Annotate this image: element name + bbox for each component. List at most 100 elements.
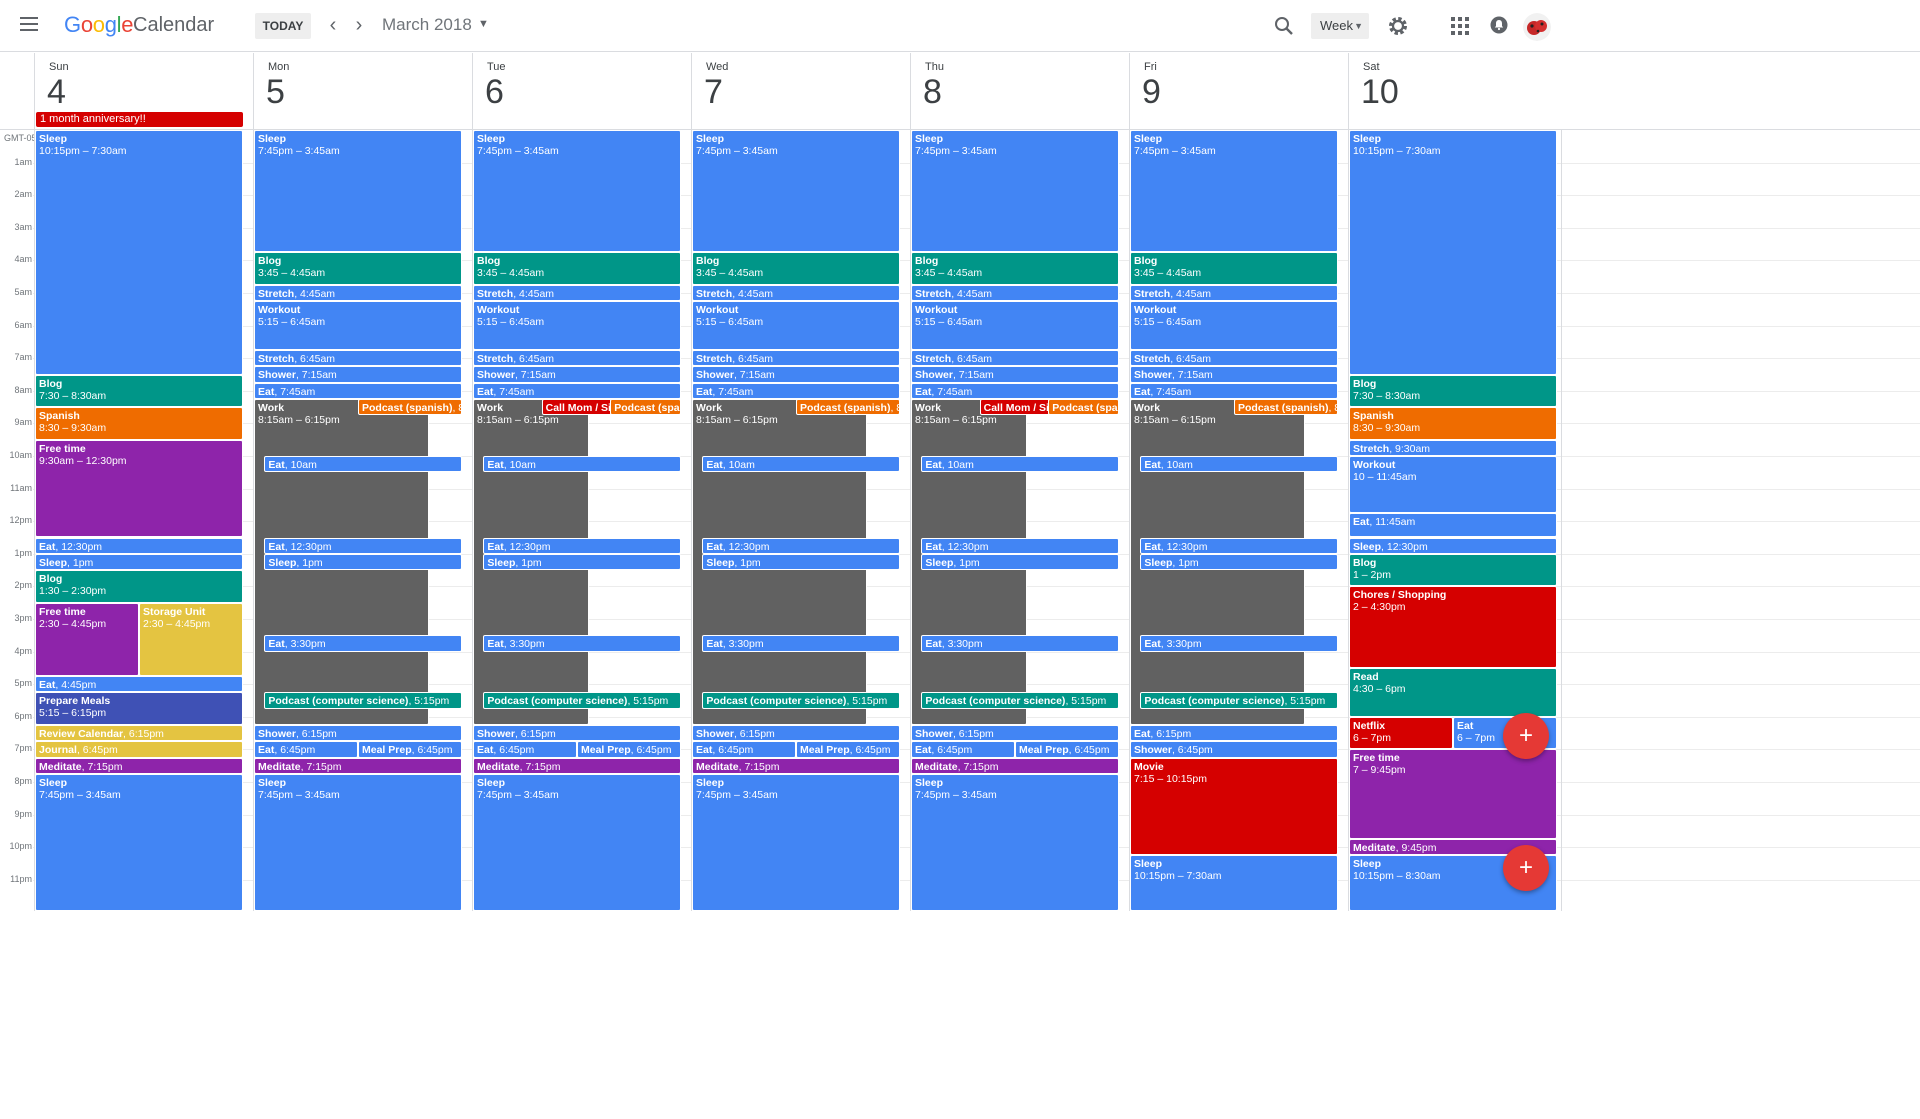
calendar-event[interactable]: Stretch, 4:45am <box>254 284 462 302</box>
calendar-event[interactable]: Blog 3:45 – 4:45am <box>473 252 681 285</box>
calendar-event[interactable]: Sleep 7:45pm – 3:45am <box>473 773 681 911</box>
calendar-event[interactable]: Eat, 12:30pm <box>921 537 1119 554</box>
calendar-event[interactable]: Stretch, 6:45am <box>911 350 1119 367</box>
calendar-event[interactable]: Meditate, 7:15pm <box>473 757 681 774</box>
calendar-event[interactable]: Meal Prep, 6:45pm <box>358 741 462 758</box>
calendar-event[interactable]: Shower, 6:45pm <box>1130 741 1338 758</box>
day-number[interactable]: 10 <box>1361 73 1399 112</box>
calendar-event[interactable]: Stretch, 4:45am <box>911 284 1119 302</box>
calendar-event[interactable]: Blog 1:30 – 2:30pm <box>35 570 243 603</box>
calendar-event[interactable]: Stretch, 4:45am <box>692 284 900 302</box>
calendar-event[interactable]: Eat, 7:45am <box>692 382 900 399</box>
main-menu-icon[interactable] <box>20 17 38 31</box>
day-number[interactable]: 8 <box>923 73 942 112</box>
calendar-event[interactable]: Eat, 10am <box>264 456 462 473</box>
calendar-event[interactable]: Sleep 7:45pm – 3:45am <box>254 130 462 253</box>
view-selector[interactable]: Week ▼ <box>1311 13 1369 39</box>
calendar-event[interactable]: Eat, 7:45am <box>1130 382 1338 399</box>
day-number[interactable]: 5 <box>266 73 285 112</box>
calendar-event[interactable]: Shower, 6:15pm <box>254 724 462 742</box>
calendar-event[interactable]: Stretch, 6:45am <box>473 350 681 367</box>
day-number[interactable]: 9 <box>1142 73 1161 112</box>
calendar-event[interactable]: Eat, 10am <box>1140 456 1338 473</box>
calendar-event[interactable]: Blog 7:30 – 8:30am <box>1349 374 1557 408</box>
calendar-event[interactable]: Sleep 7:45pm – 3:45am <box>692 773 900 911</box>
calendar-event[interactable]: Eat, 6:15pm <box>1130 724 1338 742</box>
calendar-event[interactable]: Stretch, 4:45am <box>473 284 681 302</box>
calendar-event[interactable]: Eat, 7:45am <box>911 382 1119 399</box>
day-number[interactable]: 6 <box>485 73 504 112</box>
calendar-event[interactable]: Shower, 6:15pm <box>473 724 681 742</box>
calendar-event[interactable]: Shower, 7:15am <box>911 366 1119 383</box>
calendar-event[interactable]: Movie 7:15 – 10:15pm <box>1130 757 1338 856</box>
calendar-event[interactable]: Sleep, 1pm <box>483 553 681 571</box>
calendar-event[interactable]: Stretch, 6:45am <box>254 350 462 367</box>
calendar-event[interactable]: Free time 9:30am – 12:30pm <box>35 439 243 538</box>
calendar-event[interactable]: Spanish 8:30 – 9:30am <box>35 407 243 440</box>
calendar-event[interactable]: Podcast (computer science), 5:15pm <box>483 692 681 709</box>
today-button[interactable]: TODAY <box>255 13 311 39</box>
calendar-event[interactable]: Eat, 10am <box>921 456 1119 473</box>
calendar-event[interactable]: Meal Prep, 6:45pm <box>1015 741 1119 758</box>
calendar-event[interactable]: Eat, 3:30pm <box>483 635 681 652</box>
current-month-label[interactable]: March 2018 <box>382 15 472 35</box>
calendar-event[interactable]: Eat, 3:30pm <box>264 635 462 652</box>
calendar-event[interactable]: Sleep 7:45pm – 3:45am <box>473 130 681 253</box>
calendar-event[interactable]: Sleep, 12:30pm <box>1349 537 1557 554</box>
calendar-event[interactable]: Read 4:30 – 6pm <box>1349 667 1557 717</box>
google-logo[interactable]: Google <box>64 12 133 38</box>
calendar-event[interactable]: Shower, 7:15am <box>692 366 900 383</box>
calendar-event[interactable]: Workout 5:15 – 6:45am <box>1130 301 1338 351</box>
day-number[interactable]: 7 <box>704 73 723 112</box>
calendar-event[interactable]: Sleep, 1pm <box>702 553 900 571</box>
calendar-event[interactable]: Workout 5:15 – 6:45am <box>911 301 1119 351</box>
calendar-event[interactable]: Eat, 10am <box>483 456 681 473</box>
calendar-event[interactable]: Eat, 12:30pm <box>1140 537 1338 554</box>
calendar-event[interactable]: Call Mom / Sister <box>541 398 613 416</box>
calendar-event[interactable]: Sleep 7:45pm – 3:45am <box>1130 130 1338 253</box>
calendar-event[interactable]: Podcast (computer science), 5:15pm <box>1140 692 1338 709</box>
calendar-event[interactable]: Netflix 6 – 7pm <box>1349 716 1453 750</box>
calendar-event[interactable]: Eat, 6:45pm <box>911 741 1015 758</box>
calendar-event[interactable]: Sleep 7:45pm – 3:45am <box>911 130 1119 253</box>
calendar-event[interactable]: Prepare Meals 5:15 – 6:15pm <box>35 692 243 725</box>
calendar-event[interactable]: Shower, 6:15pm <box>692 724 900 742</box>
calendar-event[interactable]: Blog 3:45 – 4:45am <box>254 252 462 285</box>
calendar-event[interactable]: Meal Prep, 6:45pm <box>577 741 681 758</box>
calendar-event[interactable]: Podcast (computer science), 5:15pm <box>702 692 900 709</box>
notifications-icon[interactable] <box>1489 15 1509 35</box>
all-day-event[interactable]: 1 month anniversary!! <box>36 112 243 127</box>
calendar-event[interactable]: Shower, 7:15am <box>1130 366 1338 383</box>
day-header-fri[interactable]: Fri 9 <box>1129 53 1348 129</box>
day-number[interactable]: 4 <box>47 73 66 112</box>
calendar-event[interactable]: Eat, 3:30pm <box>921 635 1119 652</box>
calendar-event[interactable]: Journal, 6:45pm <box>35 741 243 758</box>
calendar-event[interactable]: Podcast (spanish), 8:15am <box>1048 398 1119 416</box>
calendar-event[interactable]: Workout 5:15 – 6:45am <box>254 301 462 351</box>
calendar-event[interactable]: Podcast (spanish), 8:15am <box>796 398 900 416</box>
calendar-event[interactable]: Eat, 6:45pm <box>254 741 358 758</box>
user-avatar[interactable] <box>1523 13 1551 41</box>
calendar-event[interactable]: Sleep, 1pm <box>1140 553 1338 571</box>
calendar-event[interactable]: Sleep, 1pm <box>264 553 462 571</box>
calendar-event[interactable]: Workout 5:15 – 6:45am <box>473 301 681 351</box>
calendar-event[interactable]: Eat, 3:30pm <box>702 635 900 652</box>
day-header-wed[interactable]: Wed 7 <box>691 53 910 129</box>
calendar-event[interactable]: Eat, 3:30pm <box>1140 635 1338 652</box>
day-header-mon[interactable]: Mon 5 <box>253 53 472 129</box>
calendar-event[interactable]: Eat, 12:30pm <box>483 537 681 554</box>
calendar-event[interactable]: Chores / Shopping 2 – 4:30pm <box>1349 586 1557 668</box>
calendar-event[interactable]: Blog 7:30 – 8:30am <box>35 374 243 408</box>
calendar-event[interactable]: Blog 3:45 – 4:45am <box>1130 252 1338 285</box>
calendar-event[interactable]: Eat, 7:45am <box>254 382 462 399</box>
calendar-event[interactable]: Workout 10 – 11:45am <box>1349 456 1557 514</box>
calendar-event[interactable]: Meditate, 7:15pm <box>911 757 1119 774</box>
calendar-event[interactable]: Call Mom / Sister <box>979 398 1051 416</box>
calendar-event[interactable]: Sleep 7:45pm – 3:45am <box>911 773 1119 911</box>
create-event-button[interactable]: + <box>1503 713 1549 759</box>
calendar-event[interactable]: Workout 5:15 – 6:45am <box>692 301 900 351</box>
calendar-event[interactable]: Spanish 8:30 – 9:30am <box>1349 407 1557 440</box>
search-icon[interactable] <box>1272 14 1296 38</box>
calendar-event[interactable]: Eat, 4:45pm <box>35 676 243 693</box>
calendar-event[interactable]: Eat, 12:30pm <box>264 537 462 554</box>
